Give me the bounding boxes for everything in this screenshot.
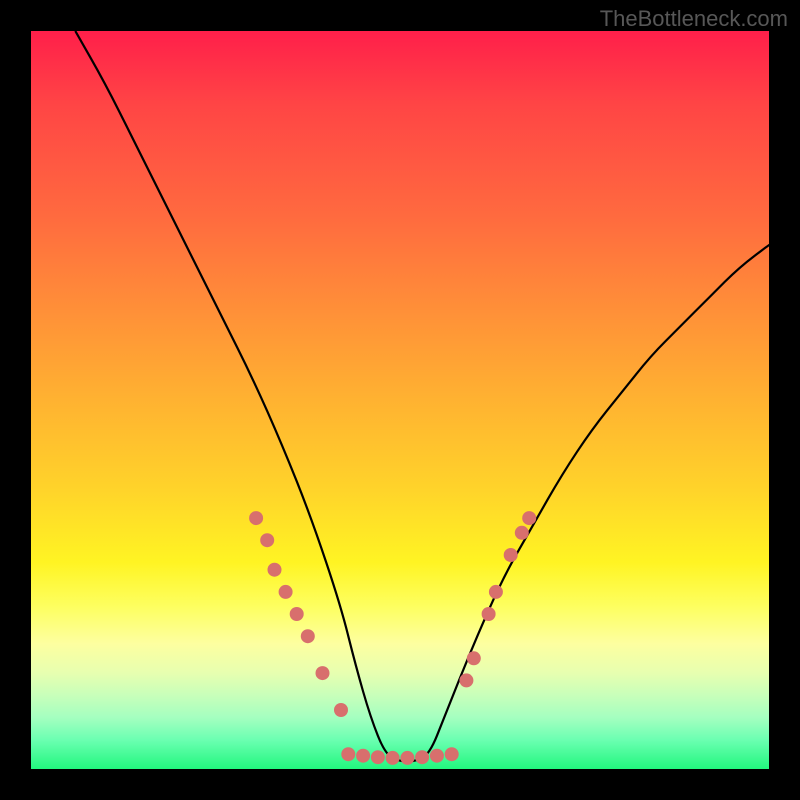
data-point	[316, 666, 330, 680]
data-point	[489, 585, 503, 599]
data-point	[371, 750, 385, 764]
data-point	[459, 673, 473, 687]
data-point	[415, 750, 429, 764]
data-point	[290, 607, 304, 621]
data-point	[430, 749, 444, 763]
marker-layer	[249, 511, 536, 765]
data-point	[400, 751, 414, 765]
data-point	[522, 511, 536, 525]
data-point	[386, 751, 400, 765]
plot-area	[31, 31, 769, 769]
curve-layer	[31, 31, 769, 769]
data-point	[467, 651, 481, 665]
data-point	[504, 548, 518, 562]
watermark-text: TheBottleneck.com	[600, 6, 788, 32]
bottleneck-curve	[75, 31, 769, 762]
data-point	[260, 533, 274, 547]
data-point	[279, 585, 293, 599]
data-point	[334, 703, 348, 717]
data-point	[482, 607, 496, 621]
chart-frame: TheBottleneck.com	[0, 0, 800, 800]
data-point	[515, 526, 529, 540]
data-point	[445, 747, 459, 761]
data-point	[341, 747, 355, 761]
data-point	[301, 629, 315, 643]
data-point	[268, 563, 282, 577]
data-point	[249, 511, 263, 525]
data-point	[356, 749, 370, 763]
